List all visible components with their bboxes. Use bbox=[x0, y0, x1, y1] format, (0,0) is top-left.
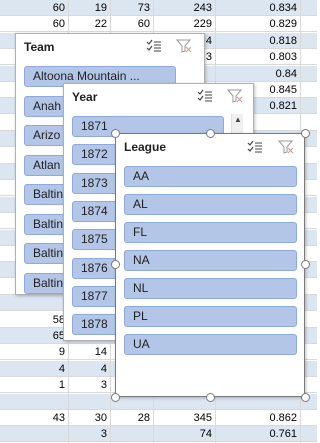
table-cell[interactable]: 0.862 bbox=[215, 410, 300, 426]
clear-filter-icon[interactable] bbox=[176, 39, 192, 53]
resize-handle-bottom-left[interactable] bbox=[111, 393, 120, 402]
table-cell[interactable]: 4 bbox=[0, 361, 68, 377]
table-cell[interactable]: 3 bbox=[68, 426, 110, 442]
league-slicer-item[interactable]: NA bbox=[124, 250, 297, 271]
table-cell[interactable]: 0.829 bbox=[215, 16, 300, 32]
table-cell[interactable]: 74 bbox=[153, 426, 215, 442]
league-slicer-title: League bbox=[124, 140, 167, 154]
resize-handle-middle-right[interactable] bbox=[301, 260, 310, 269]
team-slicer-title: Team bbox=[24, 40, 55, 54]
year-slicer-header: Year bbox=[64, 84, 253, 108]
table-cell[interactable]: 0.761 bbox=[215, 426, 300, 442]
table-cell[interactable]: 0.84 bbox=[215, 66, 300, 82]
resize-handle-middle-left[interactable] bbox=[111, 260, 120, 269]
resize-handle-top-left[interactable] bbox=[111, 129, 120, 138]
league-slicer-item[interactable]: PL bbox=[124, 306, 297, 327]
multi-select-icon[interactable] bbox=[146, 39, 162, 53]
table-cell[interactable]: 28 bbox=[110, 410, 153, 426]
table-cell[interactable]: 14 bbox=[68, 344, 110, 360]
table-row[interactable]: 43 30 28 345 0.862 bbox=[0, 410, 317, 426]
table-cell[interactable] bbox=[0, 295, 68, 311]
year-slicer-title: Year bbox=[72, 90, 98, 104]
table-cell[interactable]: 0.803 bbox=[215, 49, 300, 65]
table-cell[interactable]: 1 bbox=[0, 377, 68, 393]
resize-handle-bottom-middle[interactable] bbox=[206, 393, 215, 402]
league-slicer-item[interactable]: NL bbox=[124, 278, 297, 299]
table-cell[interactable]: 19 bbox=[68, 0, 110, 16]
league-slicer-item[interactable]: UA bbox=[124, 334, 297, 355]
table-cell[interactable]: 22 bbox=[68, 16, 110, 32]
table-cell[interactable] bbox=[68, 394, 110, 410]
league-slicer-item[interactable]: AA bbox=[124, 166, 297, 187]
multi-select-icon[interactable] bbox=[197, 89, 213, 103]
table-cell[interactable]: 60 bbox=[110, 16, 153, 32]
table-cell[interactable]: 60 bbox=[0, 16, 68, 32]
table-cell[interactable]: 43 bbox=[0, 410, 68, 426]
multi-select-icon[interactable] bbox=[247, 140, 263, 154]
table-cell[interactable]: 9 bbox=[0, 344, 68, 360]
table-cell[interactable]: 0.818 bbox=[215, 33, 300, 49]
clear-filter-icon[interactable] bbox=[278, 140, 294, 154]
table-cell[interactable] bbox=[110, 426, 153, 442]
table-cell[interactable]: 229 bbox=[153, 16, 215, 32]
league-slicer-item[interactable]: AL bbox=[124, 194, 297, 215]
table-cell[interactable] bbox=[0, 426, 68, 442]
table-cell[interactable]: 0.834 bbox=[215, 0, 300, 16]
table-cell[interactable]: 58 bbox=[0, 312, 68, 328]
table-cell[interactable] bbox=[0, 394, 68, 410]
league-slicer-item[interactable]: FL bbox=[124, 222, 297, 243]
resize-handle-top-right[interactable] bbox=[301, 129, 310, 138]
table-cell[interactable]: 243 bbox=[153, 0, 215, 16]
table-cell[interactable]: 345 bbox=[153, 410, 215, 426]
table-cell[interactable]: 73 bbox=[110, 0, 153, 16]
scroll-up-arrow-icon[interactable]: ▲ bbox=[232, 114, 244, 126]
table-cell[interactable]: 30 bbox=[68, 410, 110, 426]
table-cell[interactable]: 65 bbox=[0, 328, 68, 344]
table-row[interactable]: 3 74 0.761 bbox=[0, 426, 317, 443]
table-cell[interactable]: 4 bbox=[68, 361, 110, 377]
league-slicer[interactable]: League AA AL FL NA NL PL UA bbox=[115, 133, 305, 397]
table-row[interactable]: 60 22 60 229 0.829 bbox=[0, 16, 317, 33]
table-row[interactable]: 60 19 73 243 0.834 bbox=[0, 0, 317, 16]
table-cell[interactable]: 3 bbox=[68, 377, 110, 393]
resize-handle-bottom-right[interactable] bbox=[301, 393, 310, 402]
resize-handle-top-middle[interactable] bbox=[206, 129, 215, 138]
table-cell[interactable]: 60 bbox=[0, 0, 68, 16]
clear-filter-icon[interactable] bbox=[227, 89, 243, 103]
team-slicer-header: Team bbox=[16, 34, 204, 58]
